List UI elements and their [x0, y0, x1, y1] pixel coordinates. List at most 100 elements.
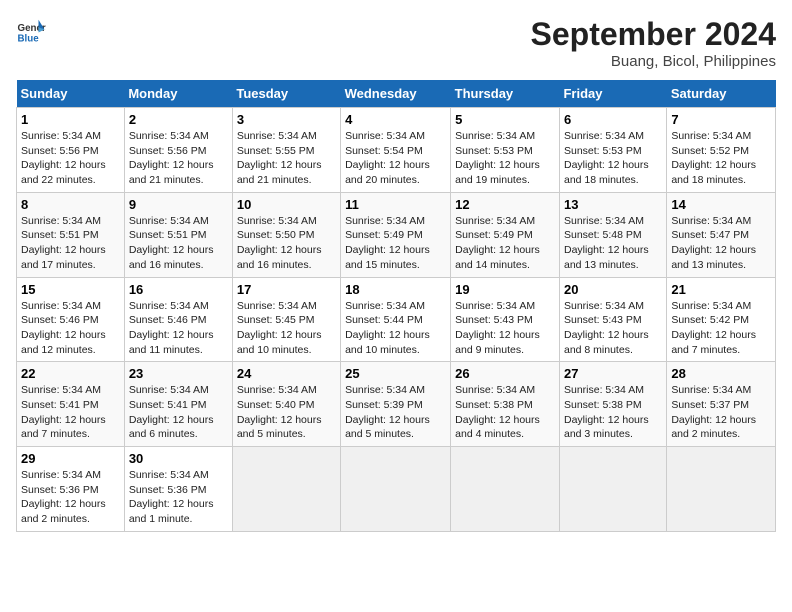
calendar-day-cell: 3 Sunrise: 5:34 AMSunset: 5:55 PMDaylight… — [232, 108, 340, 193]
calendar-day-cell: 19 Sunrise: 5:34 AMSunset: 5:43 PMDayligh… — [451, 277, 560, 362]
day-number: 6 — [564, 112, 662, 127]
day-info: Sunrise: 5:34 AMSunset: 5:36 PMDaylight:… — [21, 469, 106, 525]
day-number: 28 — [671, 366, 771, 381]
day-info: Sunrise: 5:34 AMSunset: 5:36 PMDaylight:… — [129, 469, 214, 525]
day-number: 22 — [21, 366, 120, 381]
day-info: Sunrise: 5:34 AMSunset: 5:49 PMDaylight:… — [345, 215, 430, 271]
day-number: 1 — [21, 112, 120, 127]
calendar-day-cell: 4 Sunrise: 5:34 AMSunset: 5:54 PMDaylight… — [341, 108, 451, 193]
calendar-day-cell: 20 Sunrise: 5:34 AMSunset: 5:43 PMDayligh… — [559, 277, 666, 362]
calendar-week-row: 22 Sunrise: 5:34 AMSunset: 5:41 PMDayligh… — [17, 362, 776, 447]
calendar-day-cell: 28 Sunrise: 5:34 AMSunset: 5:37 PMDayligh… — [667, 362, 776, 447]
day-number: 21 — [671, 282, 771, 297]
day-number: 4 — [345, 112, 446, 127]
calendar-week-row: 1 Sunrise: 5:34 AMSunset: 5:56 PMDaylight… — [17, 108, 776, 193]
day-info: Sunrise: 5:34 AMSunset: 5:55 PMDaylight:… — [237, 130, 322, 186]
calendar-day-cell — [667, 447, 776, 532]
page-header: General Blue September 2024 Buang, Bicol… — [16, 16, 776, 70]
calendar-day-cell: 6 Sunrise: 5:34 AMSunset: 5:53 PMDaylight… — [559, 108, 666, 193]
calendar-day-cell: 5Sunrise: 5:34 AMSunset: 5:53 PMDaylight… — [451, 108, 560, 193]
day-number: 11 — [345, 197, 446, 212]
day-number: 17 — [237, 282, 336, 297]
calendar-day-cell: 11 Sunrise: 5:34 AMSunset: 5:49 PMDayligh… — [341, 192, 451, 277]
day-number: 7 — [671, 112, 771, 127]
day-info: Sunrise: 5:34 AMSunset: 5:56 PMDaylight:… — [21, 130, 106, 186]
day-info: Sunrise: 5:34 AMSunset: 5:47 PMDaylight:… — [671, 215, 756, 271]
day-number: 20 — [564, 282, 662, 297]
calendar-day-cell: 21 Sunrise: 5:34 AMSunset: 5:42 PMDayligh… — [667, 277, 776, 362]
month-title: September 2024 — [531, 16, 776, 53]
calendar-day-cell: 16Sunrise: 5:34 AMSunset: 5:46 PMDayligh… — [124, 277, 232, 362]
day-header-wednesday: Wednesday — [341, 80, 451, 108]
day-header-friday: Friday — [559, 80, 666, 108]
calendar-day-cell: 13 Sunrise: 5:34 AMSunset: 5:48 PMDayligh… — [559, 192, 666, 277]
day-info: Sunrise: 5:34 AMSunset: 5:44 PMDaylight:… — [345, 300, 430, 356]
calendar-day-cell: 29Sunrise: 5:34 AMSunset: 5:36 PMDayligh… — [17, 447, 125, 532]
calendar-day-cell: 25 Sunrise: 5:34 AMSunset: 5:39 PMDayligh… — [341, 362, 451, 447]
day-number: 25 — [345, 366, 446, 381]
calendar-day-cell: 9 Sunrise: 5:34 AMSunset: 5:51 PMDaylight… — [124, 192, 232, 277]
day-info: Sunrise: 5:34 AMSunset: 5:54 PMDaylight:… — [345, 130, 430, 186]
day-number: 2 — [129, 112, 228, 127]
calendar-day-cell — [341, 447, 451, 532]
day-number: 3 — [237, 112, 336, 127]
day-info: Sunrise: 5:34 AMSunset: 5:43 PMDaylight:… — [564, 300, 649, 356]
title-area: September 2024 Buang, Bicol, Philippines — [531, 16, 776, 70]
calendar-table: SundayMondayTuesdayWednesdayThursdayFrid… — [16, 80, 776, 532]
day-info: Sunrise: 5:34 AMSunset: 5:43 PMDaylight:… — [455, 300, 540, 356]
location-subtitle: Buang, Bicol, Philippines — [531, 53, 776, 70]
day-number: 15 — [21, 282, 120, 297]
calendar-day-cell: 15Sunrise: 5:34 AMSunset: 5:46 PMDayligh… — [17, 277, 125, 362]
day-number: 30 — [129, 451, 228, 466]
day-info: Sunrise: 5:34 AMSunset: 5:45 PMDaylight:… — [237, 300, 322, 356]
day-number: 12 — [455, 197, 555, 212]
svg-text:Blue: Blue — [18, 34, 40, 45]
calendar-day-cell — [232, 447, 340, 532]
calendar-day-cell: 2 Sunrise: 5:34 AMSunset: 5:56 PMDaylight… — [124, 108, 232, 193]
day-number: 8 — [21, 197, 120, 212]
day-info: Sunrise: 5:34 AMSunset: 5:52 PMDaylight:… — [671, 130, 756, 186]
day-info: Sunrise: 5:34 AMSunset: 5:41 PMDaylight:… — [21, 384, 106, 440]
day-info: Sunrise: 5:34 AMSunset: 5:53 PMDaylight:… — [564, 130, 649, 186]
day-info: Sunrise: 5:34 AMSunset: 5:38 PMDaylight:… — [455, 384, 540, 440]
day-info: Sunrise: 5:34 AMSunset: 5:56 PMDaylight:… — [129, 130, 214, 186]
day-info: Sunrise: 5:34 AMSunset: 5:53 PMDaylight:… — [455, 130, 540, 186]
day-number: 9 — [129, 197, 228, 212]
day-info: Sunrise: 5:34 AMSunset: 5:37 PMDaylight:… — [671, 384, 756, 440]
day-number: 13 — [564, 197, 662, 212]
day-info: Sunrise: 5:34 AMSunset: 5:51 PMDaylight:… — [129, 215, 214, 271]
day-number: 18 — [345, 282, 446, 297]
day-info: Sunrise: 5:34 AMSunset: 5:48 PMDaylight:… — [564, 215, 649, 271]
day-info: Sunrise: 5:34 AMSunset: 5:42 PMDaylight:… — [671, 300, 756, 356]
calendar-day-cell: 30 Sunrise: 5:34 AMSunset: 5:36 PMDayligh… — [124, 447, 232, 532]
day-number: 19 — [455, 282, 555, 297]
day-info: Sunrise: 5:34 AMSunset: 5:49 PMDaylight:… — [455, 215, 540, 271]
calendar-day-cell: 8 Sunrise: 5:34 AMSunset: 5:51 PMDaylight… — [17, 192, 125, 277]
calendar-day-cell: 17 Sunrise: 5:34 AMSunset: 5:45 PMDayligh… — [232, 277, 340, 362]
day-info: Sunrise: 5:34 AMSunset: 5:39 PMDaylight:… — [345, 384, 430, 440]
day-header-saturday: Saturday — [667, 80, 776, 108]
day-number: 26 — [455, 366, 555, 381]
calendar-day-cell: 26 Sunrise: 5:34 AMSunset: 5:38 PMDayligh… — [451, 362, 560, 447]
day-header-tuesday: Tuesday — [232, 80, 340, 108]
day-number: 14 — [671, 197, 771, 212]
day-number: 16 — [129, 282, 228, 297]
day-header-sunday: Sunday — [17, 80, 125, 108]
calendar-week-row: 15Sunrise: 5:34 AMSunset: 5:46 PMDayligh… — [17, 277, 776, 362]
calendar-day-cell: 22 Sunrise: 5:34 AMSunset: 5:41 PMDayligh… — [17, 362, 125, 447]
day-number: 10 — [237, 197, 336, 212]
logo: General Blue — [16, 16, 46, 46]
calendar-day-cell: 12 Sunrise: 5:34 AMSunset: 5:49 PMDayligh… — [451, 192, 560, 277]
calendar-day-cell — [559, 447, 666, 532]
calendar-day-cell: 10Sunrise: 5:34 AMSunset: 5:50 PMDayligh… — [232, 192, 340, 277]
calendar-day-cell: 14 Sunrise: 5:34 AMSunset: 5:47 PMDayligh… — [667, 192, 776, 277]
logo-icon: General Blue — [16, 16, 46, 46]
day-info: Sunrise: 5:34 AMSunset: 5:51 PMDaylight:… — [21, 215, 106, 271]
calendar-day-cell: 1 Sunrise: 5:34 AMSunset: 5:56 PMDaylight… — [17, 108, 125, 193]
calendar-day-cell: 24Sunrise: 5:34 AMSunset: 5:40 PMDayligh… — [232, 362, 340, 447]
calendar-day-cell: 27Sunrise: 5:34 AMSunset: 5:38 PMDayligh… — [559, 362, 666, 447]
day-number: 24 — [237, 366, 336, 381]
calendar-week-row: 8 Sunrise: 5:34 AMSunset: 5:51 PMDaylight… — [17, 192, 776, 277]
day-info: Sunrise: 5:34 AMSunset: 5:38 PMDaylight:… — [564, 384, 649, 440]
day-header-monday: Monday — [124, 80, 232, 108]
